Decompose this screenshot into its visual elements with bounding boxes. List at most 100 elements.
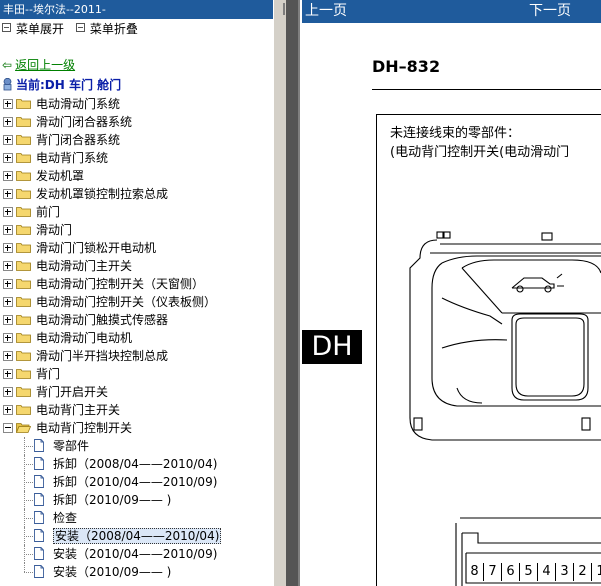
tree-node[interactable]: 前门 — [0, 203, 273, 221]
tree-leaf[interactable]: 安装（2008/04——2010/04) — [0, 527, 273, 545]
expand-toggle-icon[interactable] — [3, 297, 13, 307]
tree-node-label: 发动机罩锁控制拉索总成 — [36, 187, 169, 201]
tree-connector — [24, 563, 25, 572]
tree-node[interactable]: 滑动门门锁松开电动机 — [0, 239, 273, 257]
folder-icon — [16, 189, 31, 199]
connector-pin-label: 7 — [484, 563, 502, 581]
menu-expand-button[interactable]: 菜单展开 — [2, 19, 64, 39]
tree-leaf[interactable]: 检查 — [0, 509, 273, 527]
folder-icon — [16, 225, 31, 235]
back-link[interactable]: ⇦ 返回上一级 — [2, 57, 75, 73]
expand-toggle-icon[interactable] — [3, 189, 13, 199]
page-icon — [34, 511, 44, 524]
tree-leaf-label: 拆卸（2008/04——2010/04) — [53, 457, 218, 471]
tree-leaf-label: 安装（2010/04——2010/09) — [53, 547, 218, 561]
page-icon — [34, 565, 44, 578]
document-pane: 上一页 下一页 DH–832 DH 未连接线束的零部件： (电动背门控制开关(电… — [302, 0, 601, 586]
expand-toggle-icon[interactable] — [3, 171, 13, 181]
tree-leaf[interactable]: 零部件 — [0, 437, 273, 455]
expand-toggle-icon[interactable] — [3, 279, 13, 289]
tree-node-label: 电动滑动门控制开关（天窗侧） — [36, 277, 205, 291]
menu-collapse-button[interactable]: 菜单折叠 — [75, 19, 138, 39]
tree-node[interactable]: 滑动门闭合器系统 — [0, 113, 273, 131]
tree-leaf-label: 检查 — [53, 511, 78, 525]
prev-page-button[interactable]: 上一页 — [305, 0, 347, 23]
expand-toggle-icon[interactable] — [3, 315, 13, 325]
connector-pins: 87654321 — [466, 563, 601, 581]
current-location: 当前:DH 车门 舱门 — [2, 77, 121, 94]
tree-connector — [24, 536, 33, 537]
tree-leaf[interactable]: 拆卸（2008/04——2010/04) — [0, 455, 273, 473]
tree-node[interactable]: 电动滑动门主开关 — [0, 257, 273, 275]
expand-toggle-icon[interactable] — [3, 225, 13, 235]
tree-connector — [24, 500, 33, 501]
tree-node[interactable]: 背门 — [0, 365, 273, 383]
tree-connector — [24, 554, 33, 555]
tree-node[interactable]: 电动滑动门控制开关（仪表板侧） — [0, 293, 273, 311]
figure-note-line2: (电动背门控制开关(电动滑动门 — [390, 145, 570, 160]
tree-leaf-label: 拆卸（2010/09—— ) — [53, 493, 172, 507]
next-page-button[interactable]: 下一页 — [529, 0, 571, 23]
expand-toggle-icon[interactable] — [3, 369, 13, 379]
tree-node[interactable]: 电动滑动门控制开关（天窗侧） — [0, 275, 273, 293]
tree-node-label: 前门 — [36, 205, 61, 219]
tree-node[interactable]: 滑动门 — [0, 221, 273, 239]
tree-node-label: 背门开启开关 — [36, 385, 109, 399]
expand-toggle-icon[interactable] — [3, 243, 13, 253]
tree-connector — [24, 518, 33, 519]
folder-open-icon — [16, 423, 31, 433]
tree-node-label: 滑动门闭合器系统 — [36, 115, 133, 129]
tree-leaf[interactable]: 安装（2010/04——2010/09) — [0, 545, 273, 563]
expand-toggle-icon[interactable] — [3, 405, 13, 415]
folder-icon — [16, 405, 31, 415]
folder-icon — [16, 243, 31, 253]
folder-icon — [16, 207, 31, 217]
page-icon — [34, 529, 44, 542]
tree-node-label: 背门闭合器系统 — [36, 133, 121, 147]
page-icon — [34, 439, 44, 452]
expand-toggle-icon[interactable] — [3, 261, 13, 271]
tree-leaf-label: 安装（2008/04——2010/04) — [53, 528, 222, 544]
tree-node[interactable]: 发动机罩 — [0, 167, 273, 185]
splitter-bar[interactable] — [286, 0, 298, 586]
tree-node[interactable]: 电动滑动门触摸式传感器 — [0, 311, 273, 329]
tree-node[interactable]: 电动背门控制开关 — [0, 419, 273, 437]
tree-node[interactable]: 背门闭合器系统 — [0, 131, 273, 149]
tree-node[interactable]: 发动机罩锁控制拉索总成 — [0, 185, 273, 203]
tree-node-label: 发动机罩 — [36, 169, 85, 183]
expand-toggle-icon[interactable] — [3, 153, 13, 163]
tree-node[interactable]: 电动滑动门电动机 — [0, 329, 273, 347]
tree-node[interactable]: 电动背门主开关 — [0, 401, 273, 419]
tree-node[interactable]: 电动滑动门系统 — [0, 95, 273, 113]
tree-node-label: 滑动门 — [36, 223, 73, 237]
expand-toggle-icon[interactable] — [3, 207, 13, 217]
tree-leaf-label: 拆卸（2010/04——2010/09) — [53, 475, 218, 489]
connector-pin-label: 1 — [592, 563, 601, 581]
expand-toggle-icon[interactable] — [3, 117, 13, 127]
tree-leaf[interactable]: 拆卸（2010/04——2010/09) — [0, 473, 273, 491]
page-nav-bar: 上一页 下一页 — [302, 0, 601, 23]
pane-splitter[interactable] — [273, 0, 300, 586]
collapse-toggle-icon[interactable] — [3, 423, 13, 433]
expand-toggle-icon[interactable] — [3, 351, 13, 361]
tree-node[interactable]: 背门开启开关 — [0, 383, 273, 401]
tree-node[interactable]: 滑动门半开挡块控制总成 — [0, 347, 273, 365]
tree-node-label: 滑动门门锁松开电动机 — [36, 241, 157, 255]
expand-toggle-icon[interactable] — [3, 99, 13, 109]
tree-node[interactable]: 电动背门系统 — [0, 149, 273, 167]
expand-toggle-icon[interactable] — [3, 135, 13, 145]
expand-toggle-icon[interactable] — [3, 333, 13, 343]
tree-node-label: 电动滑动门电动机 — [36, 331, 133, 345]
tree-node-label: 电动背门系统 — [36, 151, 109, 165]
tree-connector — [24, 482, 33, 483]
tree-leaf[interactable]: 安装（2010/09—— ) — [0, 563, 273, 581]
folder-icon — [16, 99, 31, 109]
folder-icon — [16, 369, 31, 379]
page-icon — [34, 547, 44, 560]
tree-leaf[interactable]: 拆卸（2010/09—— ) — [0, 491, 273, 509]
document-page: DH–832 DH 未连接线束的零部件： (电动背门控制开关(电动滑动门 8 7… — [302, 23, 601, 586]
section-tab: DH — [302, 330, 362, 364]
connector-pin-label: 4 — [538, 563, 556, 581]
expand-toggle-icon[interactable] — [3, 387, 13, 397]
folder-icon — [16, 315, 31, 325]
